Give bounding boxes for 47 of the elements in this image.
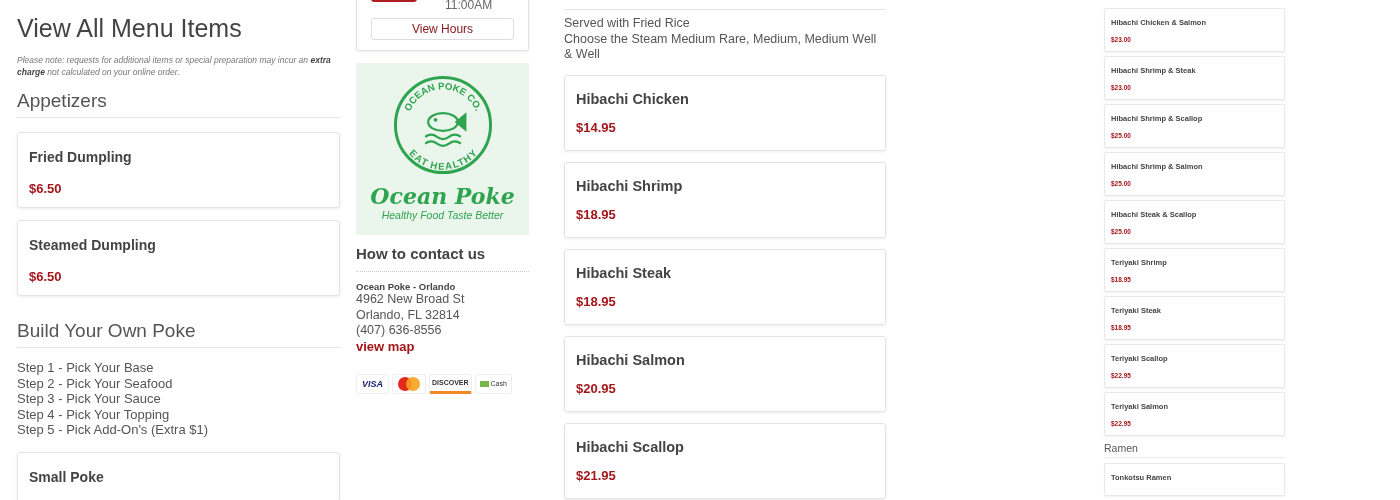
menu-item-card[interactable]: Steamed Dumpling $6.50 xyxy=(17,220,340,296)
step-text: Step 3 - Pick Your Sauce xyxy=(17,391,162,407)
menu-item-card[interactable]: Hibachi Steak $18.95 xyxy=(564,248,886,325)
address-line: (407) 636-8556 xyxy=(356,323,443,339)
item-name: Hibachi Shrimp xyxy=(576,177,684,194)
menu-item-card[interactable]: Hibachi Chicken $14.95 xyxy=(564,74,886,151)
section-heading: Appetizers xyxy=(17,90,340,118)
page-title: View All Menu Items xyxy=(17,14,243,43)
item-name: Small Poke xyxy=(29,468,105,485)
item-name: Hibachi Steak xyxy=(576,264,673,281)
item-name: Hibachi Chicken xyxy=(576,90,690,107)
opening-time: 11:00AM xyxy=(445,0,493,12)
view-map-link[interactable]: view map xyxy=(356,338,529,354)
step-text: Step 1 - Pick Your Base xyxy=(17,360,155,376)
step-text: Step 2 - Pick Your Seafood xyxy=(17,375,174,391)
step-text: Step 4 - Pick Your Topping xyxy=(17,406,171,422)
item-name: Hibachi Scallop xyxy=(576,438,685,455)
item-price: $6.50 xyxy=(29,269,63,284)
view-hours-button[interactable]: View Hours xyxy=(371,18,514,40)
menu-item-card[interactable]: Small Poke xyxy=(17,451,340,500)
menu-item-card[interactable]: Fried Dumpling $6.50 xyxy=(17,132,340,208)
item-price: $18.95 xyxy=(576,293,617,309)
address-line: Orlando, FL 32814 xyxy=(356,307,461,323)
visa-card-logo: VISA xyxy=(356,373,389,394)
item-price: $14.95 xyxy=(576,119,617,135)
address-line: 4962 New Broad St xyxy=(356,292,466,308)
note-text: Please note: requests for additional items or special preparation may incur an extra charge not calculated on your online order. xyxy=(17,54,332,78)
section-heading: Build Your Own Poke xyxy=(17,320,340,348)
step-text: Step 5 - Pick Add-On's (Extra $1) xyxy=(17,422,210,438)
description-text: Choose the Steam Medium Rare, Medium, Medium Well & Well xyxy=(564,31,878,63)
business-name: Ocean Poke - Orlando xyxy=(356,281,457,292)
item-price: $20.95 xyxy=(576,380,617,396)
logo-name: Ocean Poke xyxy=(370,183,515,209)
item-name: Hibachi Salmon xyxy=(576,351,686,368)
logo-tagline: Healthy Food Taste Better xyxy=(381,209,504,221)
menu-item-card[interactable]: Hibachi Salmon $20.95 xyxy=(564,335,886,412)
item-price: $18.95 xyxy=(576,206,617,222)
description-text: Served with Fried Rice xyxy=(564,16,691,32)
section-heading: Ramen xyxy=(1104,442,1285,458)
mastercard-logo xyxy=(392,373,426,394)
menu-item-card[interactable]: Hibachi Scallop $21.95 xyxy=(564,422,886,499)
contact-heading: How to contact us xyxy=(356,245,529,272)
item-name: Steamed Dumpling xyxy=(29,237,157,253)
menu-item-card[interactable]: Hibachi Shrimp $18.95 xyxy=(564,161,886,238)
item-price: $6.50 xyxy=(29,181,63,196)
item-price: $21.95 xyxy=(576,467,617,483)
item-name: Fried Dumpling xyxy=(29,149,133,165)
